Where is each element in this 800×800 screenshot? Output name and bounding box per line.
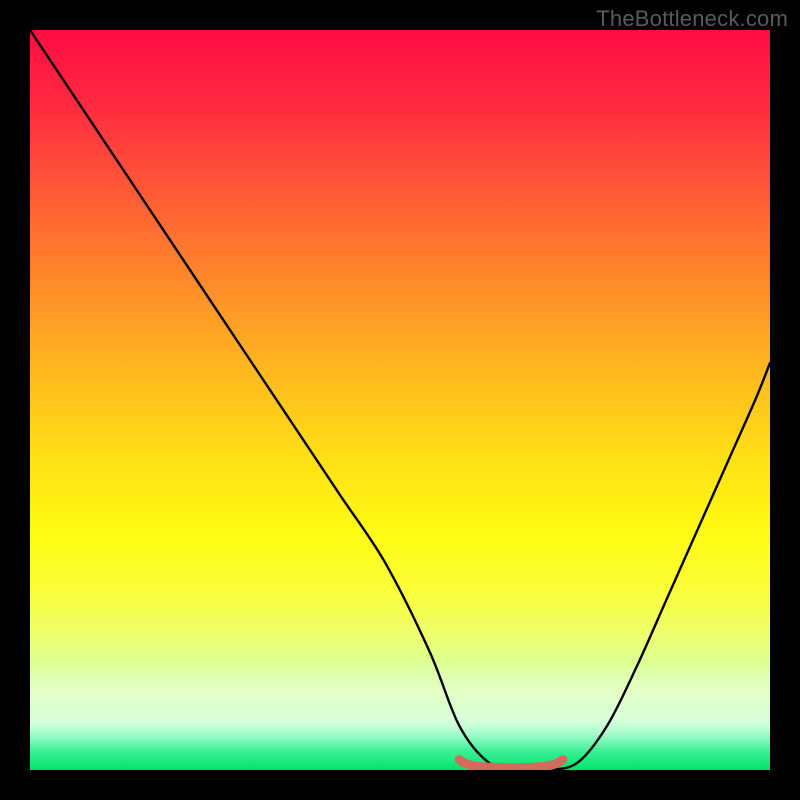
chart-overlay (30, 30, 770, 770)
plot-area (30, 30, 770, 770)
watermark-text: TheBottleneck.com (596, 6, 788, 32)
bottleneck-curve (30, 30, 770, 770)
chart-frame: TheBottleneck.com (0, 0, 800, 800)
marker-segment (459, 760, 563, 768)
